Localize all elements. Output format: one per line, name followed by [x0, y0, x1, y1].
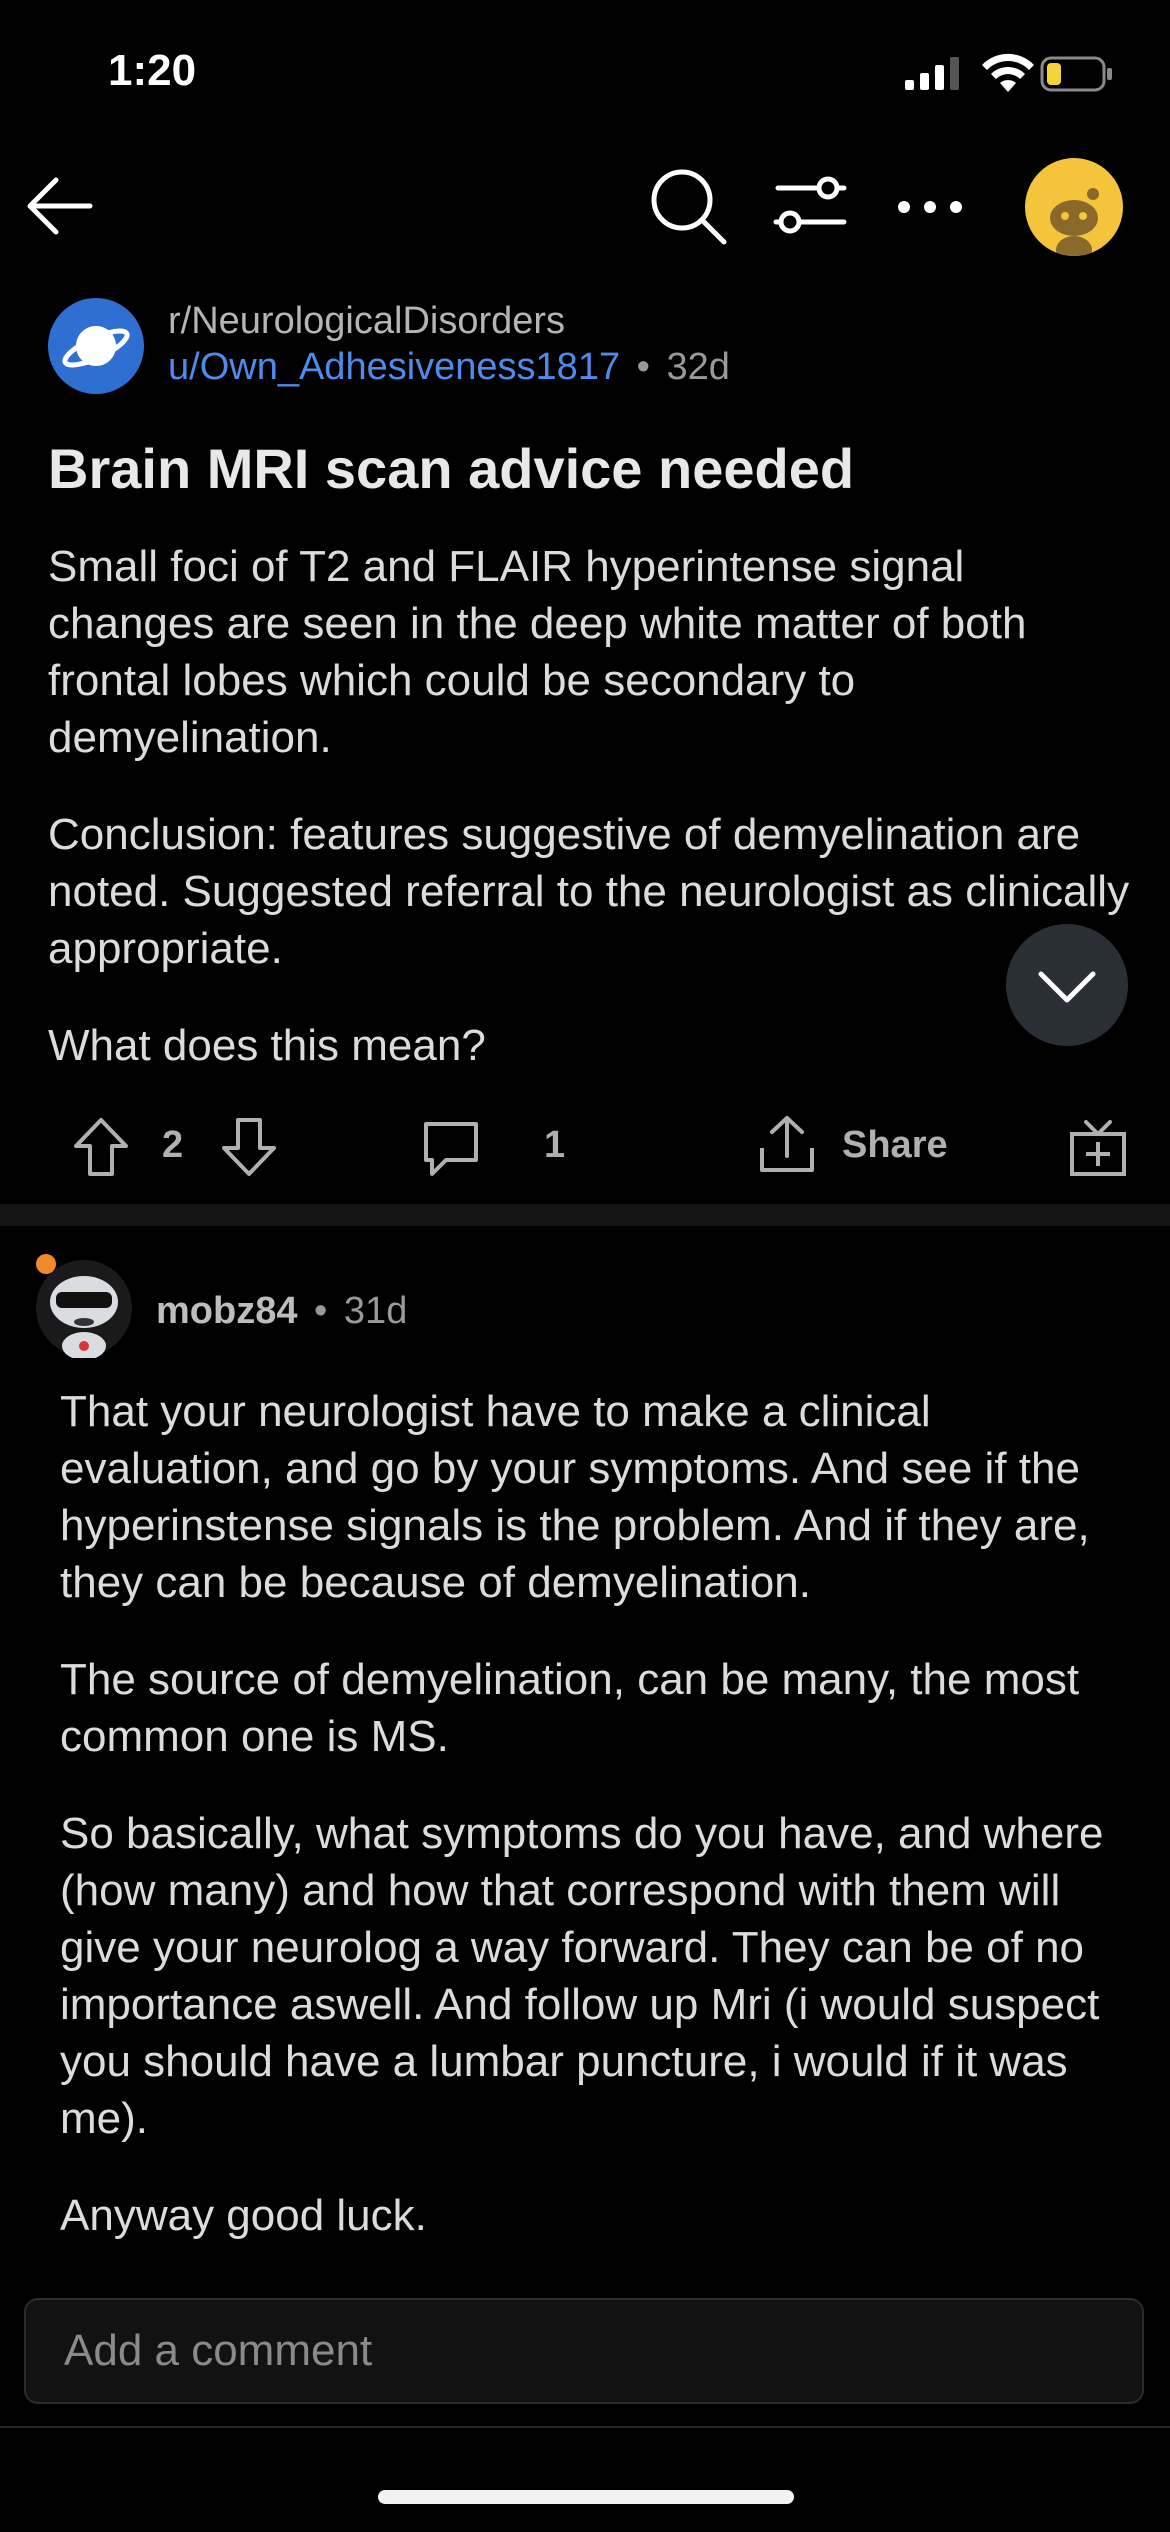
comment-meta: mobz84 • 31d [156, 1290, 407, 1333]
battery-icon [1040, 56, 1112, 92]
comment-paragraph: The source of demyelination, can be many… [60, 1655, 1080, 1761]
chevron-down-icon [1038, 971, 1096, 1003]
post-paragraph: What does this mean? [48, 1021, 486, 1070]
upvote-arrow-icon[interactable] [70, 1116, 132, 1178]
post-paragraph: Conclusion: features suggestive of demye… [48, 810, 1130, 973]
comment-bubble-icon[interactable] [420, 1116, 482, 1178]
bottom-divider [0, 2426, 1170, 2428]
post-paragraph: Small foci of T2 and FLAIR hyperintense … [48, 542, 1027, 762]
home-indicator[interactable] [378, 2490, 794, 2504]
downvote-arrow-icon[interactable] [218, 1116, 280, 1178]
sort-options-icon[interactable] [770, 170, 850, 244]
comment-paragraph: Anyway good luck. [60, 2191, 427, 2240]
gift-award-icon[interactable] [1066, 1114, 1130, 1178]
post-author-line: u/Own_Adhesiveness1817 • 32d [168, 346, 730, 389]
search-icon[interactable] [648, 166, 730, 248]
subreddit-avatar[interactable] [48, 298, 144, 394]
comment-age: 31d [343, 1290, 408, 1332]
scroll-to-comments-button[interactable] [1006, 924, 1128, 1046]
comment-author[interactable]: mobz84 [156, 1290, 297, 1332]
wifi-icon [982, 53, 1034, 92]
vote-count: 2 [162, 1124, 184, 1166]
commenter-avatar[interactable] [30, 1250, 138, 1358]
post-author-link[interactable]: u/Own_Adhesiveness1817 [168, 346, 620, 388]
comment-count: 1 [544, 1124, 566, 1166]
cellular-signal-icon [905, 57, 959, 90]
post-action-bar: 2 1 Share [0, 1110, 1170, 1180]
planet-icon [62, 326, 130, 368]
snoo-avatar-icon [1050, 188, 1099, 256]
section-divider [0, 1204, 1170, 1226]
share-button[interactable]: Share [842, 1124, 948, 1167]
post-age: 32d [666, 346, 730, 388]
subreddit-name[interactable]: r/NeurologicalDisorders [168, 300, 565, 343]
more-options-icon[interactable] [890, 170, 970, 244]
user-avatar[interactable] [1025, 158, 1123, 256]
comment-body: That your neurologist have to make a cli… [60, 1383, 1140, 2284]
comment-paragraph: So basically, what symptoms do you have,… [60, 1809, 1104, 2143]
back-arrow-icon[interactable] [20, 166, 100, 246]
share-icon[interactable] [756, 1112, 818, 1176]
comment-paragraph: That your neurologist have to make a cli… [60, 1387, 1090, 1607]
add-comment-input[interactable] [26, 2300, 1142, 2402]
meta-separator: • [314, 1290, 328, 1332]
status-time: 1:20 [108, 46, 197, 95]
post-body: Small foci of T2 and FLAIR hyperintense … [48, 538, 1138, 1114]
post-title: Brain MRI scan advice needed [48, 437, 855, 500]
comment-composer[interactable] [24, 2298, 1144, 2404]
meta-separator: • [636, 346, 650, 388]
